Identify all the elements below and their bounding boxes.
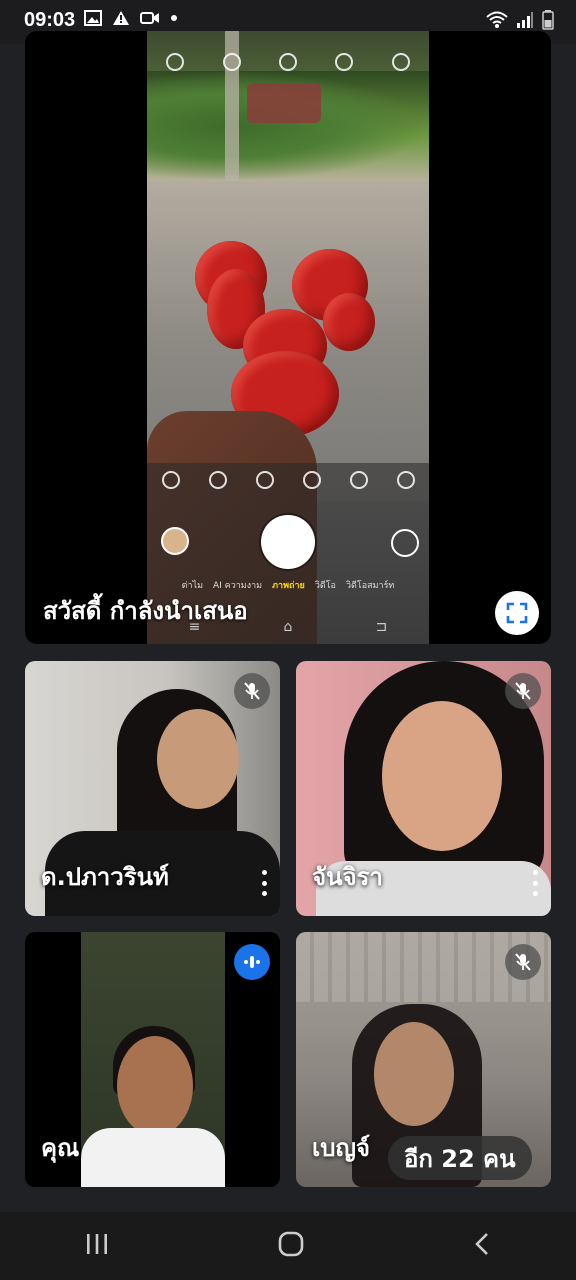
home-icon [278,1231,304,1257]
camera-flip-icon [391,529,419,557]
participant-tile[interactable]: ด.ปภาวรินท์ [25,661,280,916]
back-icon [475,1233,489,1255]
camera-top-toolbar [147,53,429,71]
signal-icon [517,12,533,28]
record-icon [335,53,354,71]
camera-mode: วิดีโอ [314,581,336,591]
camera-mode-active: ภาพถ่าย [272,581,305,591]
participant-name: เบญจ์ [312,1134,370,1162]
fullscreen-button[interactable] [495,591,539,635]
mic-off-button[interactable] [234,673,270,709]
shared-screen: ต่าไม AI ความงาม ภาพถ่าย วิดีโอ วิดีโอสม… [147,31,429,644]
participant-face [117,1036,193,1136]
camera-effect-icons [147,471,429,489]
participant-shirt [81,1128,225,1187]
battery-icon [542,10,554,30]
gallery-thumbnail [161,527,189,555]
hdr-icon [222,53,241,71]
shutter-button [264,518,312,566]
participant-face [157,709,239,809]
status-notification-icons [84,10,178,26]
mic-off-button[interactable] [505,944,541,980]
more-options-button[interactable] [529,870,541,896]
expand-icon [396,471,415,489]
participant-face [374,1022,454,1126]
camera-mode-list: ต่าไม AI ความงาม ภาพถ่าย วิดีโอ วิดีโอสม… [147,578,429,592]
fullscreen-icon [506,602,528,624]
filter-icon [255,471,274,489]
participant-name: คุณ [41,1134,80,1162]
camera-mode: วิดีโอสมาร์ท [345,581,395,591]
warning-icon [113,11,129,25]
wifi-icon [486,11,508,28]
mic-off-icon [515,953,531,971]
participant-name: จันจิรา [312,863,383,891]
participant-name: ด.ปภาวรินท์ [41,863,169,891]
mic-off-icon [515,682,531,700]
home-icon: ⌂ [283,619,293,635]
flash-icon [166,53,185,71]
gear-icon [391,53,410,71]
dot-icon [171,15,177,21]
speaking-indicator [234,944,270,980]
mode-icon [349,471,368,489]
participant-tile-self[interactable]: คุณ [25,932,280,1187]
mic-off-button[interactable] [505,673,541,709]
camera-mode: ต่าไม [181,581,203,591]
others-count-chip[interactable]: อีก 22 คน [388,1136,532,1180]
mic-off-icon [244,682,260,700]
recents-icon [86,1234,107,1254]
aperture-icon [302,471,321,489]
person-icon [278,53,297,71]
audio-level-icon [244,956,260,968]
back-icon: ⊐ [375,619,388,635]
participant-face [382,701,502,851]
presentation-tile[interactable]: ต่าไม AI ความงาม ภาพถ่าย วิดีโอ วิดีโอสม… [25,31,551,644]
camera-mode: AI ความงาม [213,581,263,591]
back-button[interactable] [472,1231,492,1261]
background-truck [247,83,321,123]
flower-petal [323,293,375,351]
image-icon [84,10,102,26]
participant-tile[interactable]: จันจิรา [296,661,551,916]
home-button[interactable] [277,1230,305,1262]
recents-button[interactable] [84,1232,110,1260]
system-navbar [0,1212,576,1280]
presenter-label: สวัสดี้ กำลังนำเสนอ [43,597,248,625]
timer-icon [208,471,227,489]
more-options-button[interactable] [258,870,270,896]
status-time: 09:03 [24,9,76,31]
video-icon [140,12,159,24]
status-system-icons [486,10,554,30]
color-icon [161,471,180,489]
